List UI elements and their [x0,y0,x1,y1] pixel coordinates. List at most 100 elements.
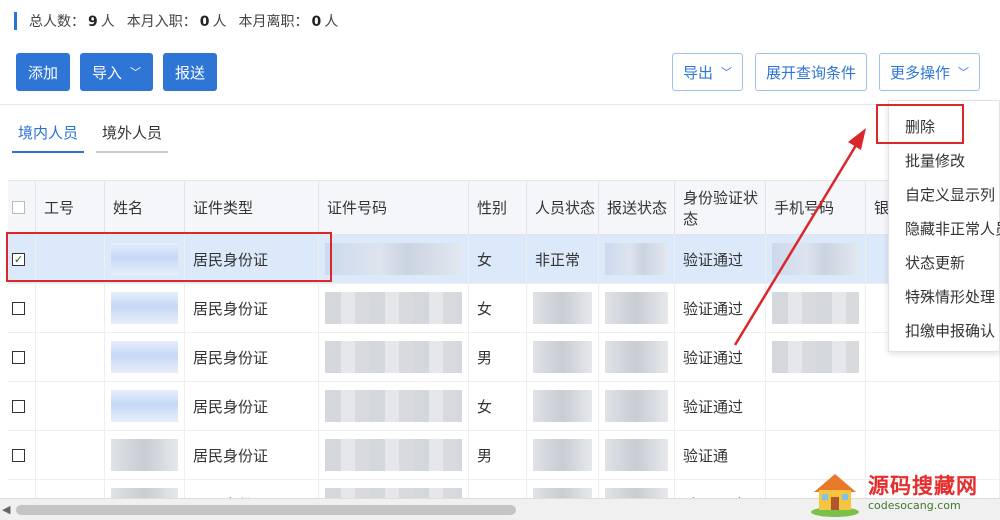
employee-no-cell [36,284,105,332]
id-number-cell-redacted [319,382,469,430]
watermark-url: codesocang.com [868,499,961,512]
gender-cell: 女 [469,284,527,332]
menu-item-special-case[interactable]: 特殊情形处理 [889,279,999,313]
column-header-id-type[interactable]: 证件类型 [185,181,319,234]
person-status-cell-redacted [527,382,599,430]
menu-item-hide-abnormal[interactable]: 隐藏非正常人员 [889,211,1000,245]
table-row[interactable]: 居民身份证 男 验证通过 [8,333,1000,382]
tab-domestic[interactable]: 境内人员 [12,120,85,153]
table-row[interactable]: 居民身份证 女 验证通过 [8,382,1000,431]
more-actions-button[interactable]: 更多操作 ﹀ [878,53,980,91]
name-cell-redacted [105,284,185,332]
phone-cell-redacted [766,333,866,381]
summary-accent-bar [14,12,17,30]
row-checkbox[interactable] [8,480,36,498]
add-button[interactable]: 添加 [16,53,71,91]
export-button[interactable]: 导出 ﹀ [671,53,743,91]
delete-item-highlight [876,104,964,144]
row-checkbox[interactable] [8,382,36,430]
report-status-cell-redacted [599,284,675,332]
id-type-cell: 居民身份证 [185,382,319,430]
report-status-cell-redacted [599,235,675,283]
column-header-report-status[interactable]: 报送状态 [599,181,675,234]
menu-item-custom-columns[interactable]: 自定义显示列 [889,177,999,211]
watermark-title: 源码搜藏网 [868,474,978,498]
verify-status-cell: 验证通 [675,431,766,479]
column-header-id-number[interactable]: 证件号码 [319,181,469,234]
name-cell-redacted [105,333,185,381]
house-logo-icon [811,474,859,517]
bank-cell [866,382,1000,430]
left-count: 本月离职： 0 人 [238,14,339,30]
gender-cell: 男 [469,333,527,381]
gender-cell: 男 [469,431,527,479]
report-status-cell-redacted [599,333,675,381]
joined-count: 本月入职： 0 人 [126,14,227,30]
gender-cell: 女 [469,235,527,283]
personnel-table: 工号 姓名 证件类型 证件号码 性别 人员状态 报送状态 身份验证状态 手机号码… [8,180,1000,498]
scroll-left-icon[interactable]: ◀ [2,503,10,516]
verify-status-cell: 验证通过 [675,333,766,381]
name-cell-redacted [105,431,185,479]
watermark: 源码搜藏网 codesocang.com [808,466,1000,520]
chevron-down-icon: ﹀ [720,66,732,79]
id-number-cell-redacted [319,284,469,332]
id-type-cell: 居民身份证 [185,431,319,479]
phone-cell [766,382,866,430]
column-header-gender[interactable]: 性别 [469,181,527,234]
name-cell-redacted [105,480,185,498]
summary-bar: 总人数： 9 人 本月入职： 0 人 本月离职： 0 人 [14,10,338,32]
person-status-cell-redacted [527,480,599,498]
report-button[interactable]: 报送 [163,53,218,91]
employee-no-cell [36,431,105,479]
gender-cell: 女 [469,382,527,430]
person-status-cell-redacted [527,284,599,332]
table-header: 工号 姓名 证件类型 证件号码 性别 人员状态 报送状态 身份验证状态 手机号码… [8,181,1000,235]
phone-cell-redacted [766,235,866,283]
divider [0,104,1000,105]
id-number-cell-redacted [319,235,469,283]
phone-cell-redacted [766,284,866,332]
toolbar-right: 导出 ﹀ 展开查询条件 更多操作 ﹀ [671,53,980,91]
total-count: 总人数： 9 人 [29,14,115,30]
row-checkbox[interactable] [8,333,36,381]
employee-no-cell [36,480,105,498]
column-header-phone[interactable]: 手机号码 [766,181,866,234]
person-status-cell: 非正常 [527,235,599,283]
import-button[interactable]: 导入 ﹀ [80,53,154,91]
column-header-verify-status[interactable]: 身份验证状态 [675,181,766,234]
chevron-down-icon: ﹀ [958,66,969,79]
verify-status-cell: 验证通过 [675,480,766,498]
employee-no-cell [36,333,105,381]
expand-query-button[interactable]: 展开查询条件 [754,53,867,91]
report-status-cell-redacted [599,431,675,479]
report-status-cell-redacted [599,382,675,430]
verify-status-cell: 验证通过 [675,284,766,332]
row-checkbox[interactable] [8,431,36,479]
toolbar-left: 添加 导入 ﹀ 报送 [16,53,218,91]
menu-item-batch-edit[interactable]: 批量修改 [889,143,999,177]
menu-item-status-update[interactable]: 状态更新 [889,245,999,279]
id-number-cell-redacted [319,431,469,479]
chevron-down-icon: ﹀ [130,66,142,79]
id-type-cell: 居民身份证 [185,333,319,381]
id-type-cell: 居民身份证 [185,284,319,332]
tab-foreign[interactable]: 境外人员 [96,120,169,153]
menu-item-withholding-confirm[interactable]: 扣缴申报确认 [889,313,999,347]
id-type-cell: 居民身份证 [185,480,319,498]
employee-no-cell [36,382,105,430]
row-checkbox[interactable] [8,284,36,332]
verify-status-cell: 验证通过 [675,235,766,283]
report-status-cell-redacted [599,480,675,498]
selected-row-highlight [6,232,332,282]
scrollbar-thumb[interactable] [16,505,516,515]
column-header-employee-no[interactable]: 工号 [36,181,105,234]
gender-cell [469,480,527,498]
select-all-checkbox[interactable] [8,181,36,234]
table-row[interactable]: 居民身份证 女 验证通过 [8,284,1000,333]
column-header-name[interactable]: 姓名 [105,181,185,234]
name-cell-redacted [105,382,185,430]
person-status-cell-redacted [527,333,599,381]
verify-status-cell: 验证通过 [675,382,766,430]
column-header-person-status[interactable]: 人员状态 [527,181,599,234]
